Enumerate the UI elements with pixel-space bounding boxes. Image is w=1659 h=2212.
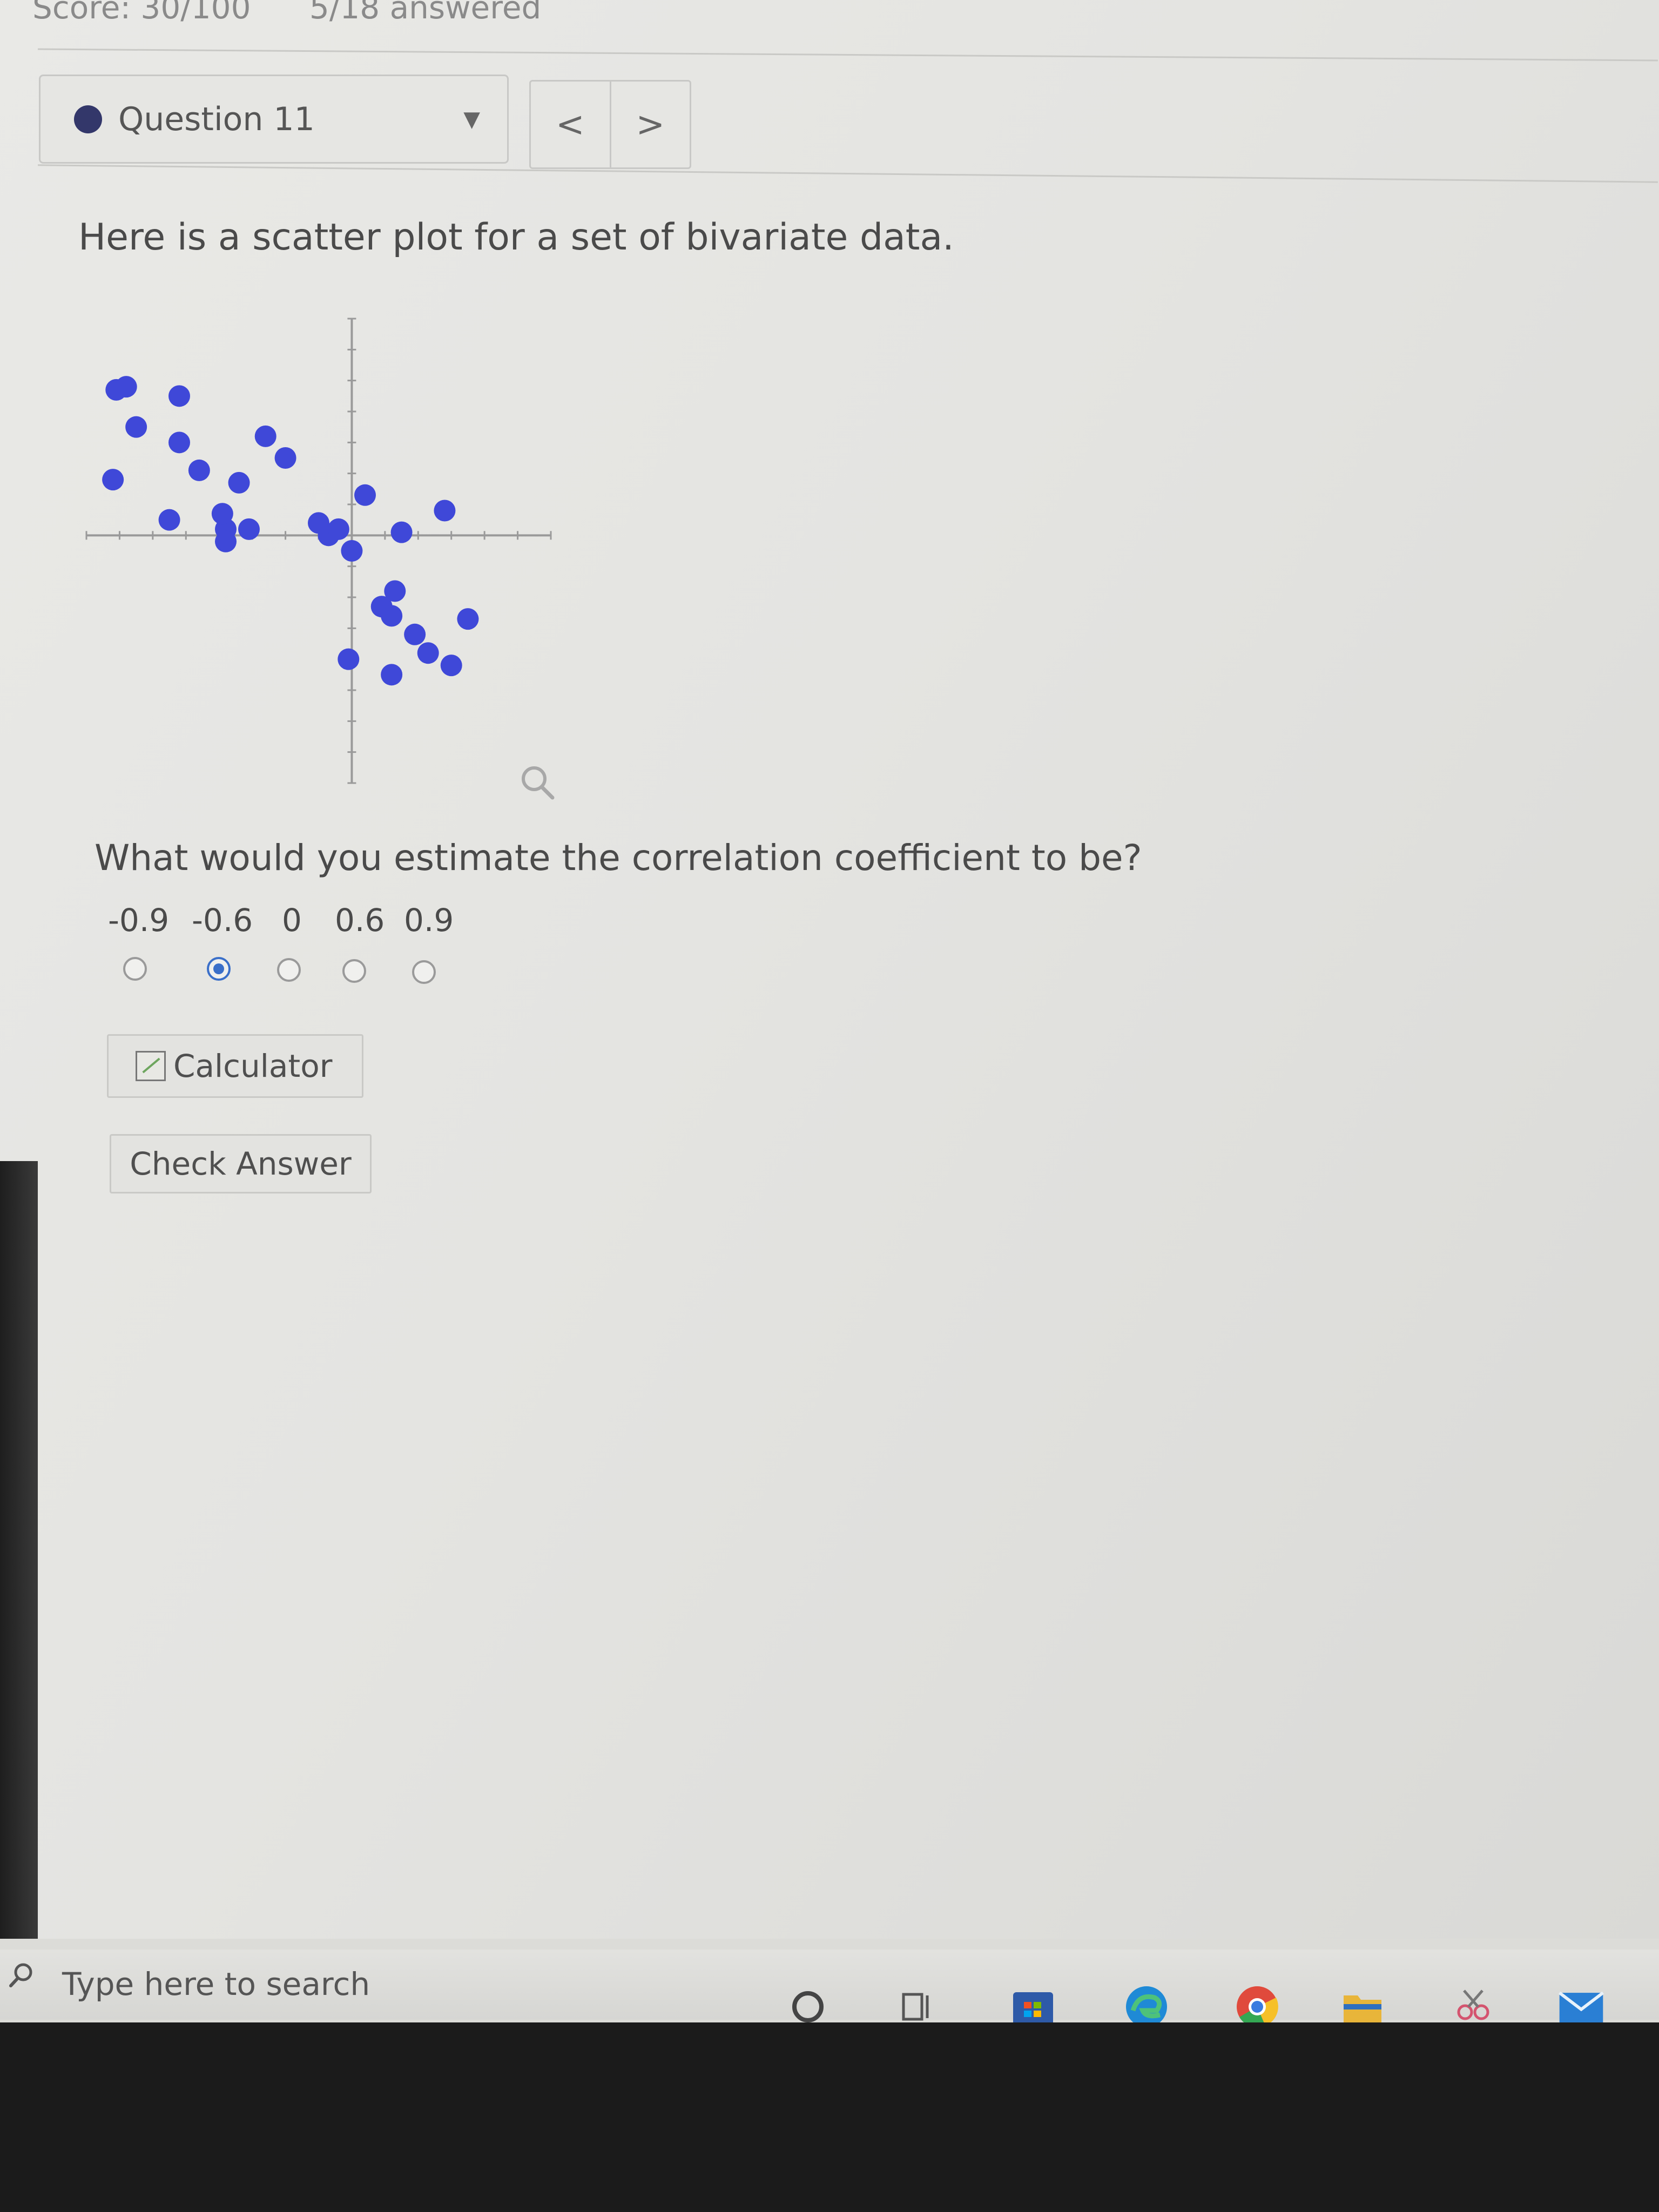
question-prompt: Here is a scatter plot for a set of biva…	[78, 216, 954, 259]
data-point	[168, 385, 190, 407]
data-point	[440, 655, 462, 677]
data-point	[115, 376, 137, 398]
question-status-dot	[74, 105, 102, 133]
data-point	[390, 521, 413, 543]
data-point	[125, 416, 147, 438]
score-text: Score: 30/100	[32, 0, 251, 26]
nav-divider	[38, 164, 1658, 183]
option-radio-0-6[interactable]	[342, 959, 366, 983]
option-radio-neg-0-6[interactable]	[207, 957, 231, 981]
question-selector-label: Question 11	[118, 100, 315, 138]
option-label-0: 0	[282, 902, 302, 939]
correlation-question: What would you estimate the correlation …	[95, 837, 1142, 879]
option-radio-0-9[interactable]	[412, 960, 436, 984]
scatter-plot	[85, 318, 552, 784]
data-point	[158, 509, 180, 531]
data-point	[381, 605, 403, 627]
data-point	[341, 540, 363, 562]
check-answer-button[interactable]: Check Answer	[110, 1134, 372, 1193]
data-point	[338, 648, 360, 670]
data-point	[168, 431, 190, 454]
data-point	[254, 425, 276, 447]
score-bar: Score: 30/100 5/18 answered	[32, 0, 590, 26]
option-label-0-9: 0.9	[404, 902, 454, 939]
option-radio-neg-0-9[interactable]	[123, 957, 147, 981]
option-label-neg-0-6: -0.6	[192, 902, 253, 939]
next-question-button[interactable]: >	[609, 82, 690, 167]
data-point	[354, 484, 376, 506]
option-radio-0[interactable]	[277, 958, 301, 982]
data-point	[327, 518, 349, 540]
data-point	[228, 471, 250, 494]
previous-question-button[interactable]: <	[531, 82, 610, 167]
data-point	[215, 530, 237, 552]
calculator-button[interactable]: Calculator	[107, 1034, 363, 1098]
screen: Score: 30/100 5/18 answered Question 11 …	[0, 0, 1659, 1939]
option-label-0-6: 0.6	[335, 902, 385, 939]
taskbar-search-input[interactable]: Type here to search	[62, 1966, 370, 2002]
data-point	[274, 447, 296, 469]
data-point	[381, 664, 403, 686]
data-point	[434, 500, 456, 522]
monitor-bezel-bottom	[0, 2022, 1659, 2212]
question-nav: < >	[529, 80, 691, 169]
calculator-label: Calculator	[173, 1048, 333, 1084]
data-point	[188, 459, 210, 481]
data-point	[102, 469, 124, 491]
question-selector[interactable]: Question 11 ▼	[39, 75, 509, 164]
check-answer-label: Check Answer	[130, 1145, 352, 1182]
answered-count: 5/18 answered	[309, 0, 542, 26]
data-point	[417, 642, 439, 664]
search-icon[interactable]	[8, 1961, 35, 1988]
data-point	[211, 503, 233, 525]
option-label-neg-0-9: -0.9	[108, 902, 170, 939]
calculator-icon	[136, 1051, 166, 1081]
data-point	[457, 608, 479, 630]
dropdown-caret-icon: ▼	[463, 106, 480, 132]
data-point	[404, 623, 426, 645]
header-divider	[38, 48, 1658, 62]
magnify-icon[interactable]	[516, 761, 559, 805]
data-point	[238, 518, 260, 540]
monitor-bezel-left	[0, 1161, 38, 1939]
